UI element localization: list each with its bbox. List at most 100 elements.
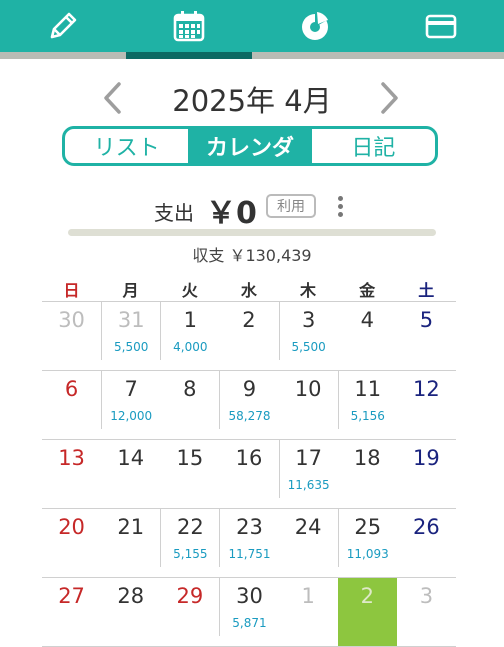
weekday-label: 水: [240, 281, 257, 300]
day-number: 28: [117, 584, 145, 608]
calendar-day[interactable]: 27: [42, 578, 101, 646]
view-switch: リスト カレンダ 日記: [62, 126, 438, 166]
calendar-day[interactable]: 15: [160, 440, 219, 508]
budget-progress-bar: [68, 229, 436, 236]
more-vert-icon[interactable]: [334, 194, 346, 220]
day-number: 14: [117, 446, 145, 470]
calendar-day[interactable]: 8: [160, 371, 219, 439]
calendar-day[interactable]: 3 5,500: [278, 302, 338, 360]
month-header: 2025年 4月: [0, 72, 504, 122]
calendar-day[interactable]: 19: [397, 440, 456, 508]
calendar-icon: [173, 11, 205, 42]
day-number: 15: [176, 446, 204, 470]
chevron-right-icon: [381, 82, 398, 114]
day-amount: 5,500: [114, 340, 149, 354]
calendar-day[interactable]: 9 58,278: [219, 371, 278, 429]
balance-text: 収支 ￥130,439: [192, 246, 312, 265]
calendar-day[interactable]: 1 4,000: [160, 302, 219, 360]
tab-indicator-track: [0, 52, 504, 59]
calendar-day[interactable]: 13: [42, 440, 101, 508]
calendar-week: 6 7 12,000 8 9 58,278 10 11 5,156 12: [42, 371, 456, 440]
day-amount: 4,000: [173, 340, 208, 354]
day-number: 3: [419, 584, 434, 608]
calendar-day[interactable]: 21: [101, 509, 160, 577]
calendar-day[interactable]: 14: [101, 440, 160, 508]
day-number: 2: [360, 584, 374, 608]
calendar-day[interactable]: 29: [160, 578, 219, 646]
day-number: 19: [413, 446, 440, 470]
pie-chart-icon: [302, 10, 329, 40]
month-title[interactable]: 2025年 4月: [0, 78, 504, 120]
calendar-day[interactable]: 6: [42, 371, 101, 439]
calendar-day[interactable]: 7 12,000: [101, 371, 160, 429]
weekday-label: 金: [359, 281, 376, 300]
calendar-day[interactable]: 31 5,500: [101, 302, 160, 360]
calendar-day[interactable]: 2: [219, 302, 278, 370]
calendar-grid: 30 31 5,500 1 4,000 2 3 5,500 4 5 6 7 12,000 8 9 58,278…: [42, 302, 456, 647]
calendar-day[interactable]: 1: [279, 578, 338, 646]
day-number: 17: [295, 446, 322, 470]
calendar-week: 20 21 22 5,155 23 11,751 24 25 11,093 26: [42, 509, 456, 578]
calendar-day[interactable]: 2: [337, 578, 397, 646]
view-list-button[interactable]: リスト: [65, 129, 188, 163]
day-number: 20: [58, 515, 85, 539]
day-number: 13: [58, 446, 85, 470]
calendar-day[interactable]: 17 11,635: [278, 440, 338, 498]
tab-calendar[interactable]: [126, 0, 252, 52]
usage-badge[interactable]: 利用: [266, 194, 316, 218]
top-tab-bar: [0, 0, 504, 52]
calendar-day[interactable]: 12: [397, 371, 456, 439]
view-calendar-button[interactable]: カレンダ: [188, 129, 312, 163]
calendar-day[interactable]: 22 5,155: [160, 509, 219, 567]
calendar-day[interactable]: 3: [397, 578, 456, 646]
day-number: 18: [353, 446, 381, 470]
calendar-day[interactable]: 25 11,093: [337, 509, 397, 567]
calendar-day[interactable]: 10: [279, 371, 338, 439]
next-month-button[interactable]: [370, 80, 410, 116]
expense-summary: 支出 ￥0 利用: [0, 188, 504, 231]
calendar-day[interactable]: 18: [338, 440, 397, 508]
day-number: 30: [236, 584, 263, 608]
calendar-day[interactable]: 16: [219, 440, 278, 508]
tab-input[interactable]: [0, 0, 126, 52]
day-number: 21: [117, 515, 145, 539]
day-number: 27: [58, 584, 85, 608]
day-number: 2: [242, 308, 256, 332]
day-amount: 5,500: [291, 340, 326, 354]
day-number: 12: [413, 377, 440, 401]
day-number: 11: [354, 377, 382, 401]
day-amount: 11,093: [346, 547, 389, 561]
day-number: 1: [301, 584, 315, 608]
day-amount: 5,155: [173, 547, 208, 561]
day-number: 23: [236, 515, 263, 539]
calendar-week: 13 14 15 16 17 11,635 18 19: [42, 440, 456, 509]
day-number: 7: [124, 377, 138, 401]
calendar-week: 30 31 5,500 1 4,000 2 3 5,500 4 5: [42, 302, 456, 371]
calendar-day[interactable]: 26: [397, 509, 456, 577]
expense-amount: ￥0: [206, 196, 257, 231]
day-number: 31: [117, 308, 145, 332]
day-number: 16: [235, 446, 263, 470]
calendar-day[interactable]: 20: [42, 509, 101, 577]
tab-active-indicator: [126, 52, 252, 59]
calendar-day[interactable]: 5: [397, 302, 456, 370]
day-amount: 11,751: [228, 547, 271, 561]
weekday-label: 木: [300, 281, 317, 300]
day-amount: 5,871: [232, 616, 267, 630]
calendar-day[interactable]: 30 5,871: [219, 578, 278, 636]
calendar-day[interactable]: 4: [338, 302, 397, 370]
day-number: 8: [183, 377, 197, 401]
expense-label: 支出: [154, 201, 194, 225]
day-number: 26: [413, 515, 440, 539]
day-number: 3: [301, 308, 316, 332]
calendar-day[interactable]: 11 5,156: [337, 371, 397, 429]
calendar-day[interactable]: 24: [279, 509, 338, 577]
tab-accounts[interactable]: [378, 0, 504, 52]
tab-report[interactable]: [252, 0, 378, 52]
view-diary-button[interactable]: 日記: [312, 129, 435, 163]
day-number: 4: [360, 308, 374, 332]
calendar-week: 27 28 29 30 5,871 1 2 3: [42, 578, 456, 647]
calendar-day[interactable]: 23 11,751: [219, 509, 278, 567]
calendar-day[interactable]: 28: [101, 578, 160, 646]
calendar-day[interactable]: 30: [42, 302, 101, 370]
